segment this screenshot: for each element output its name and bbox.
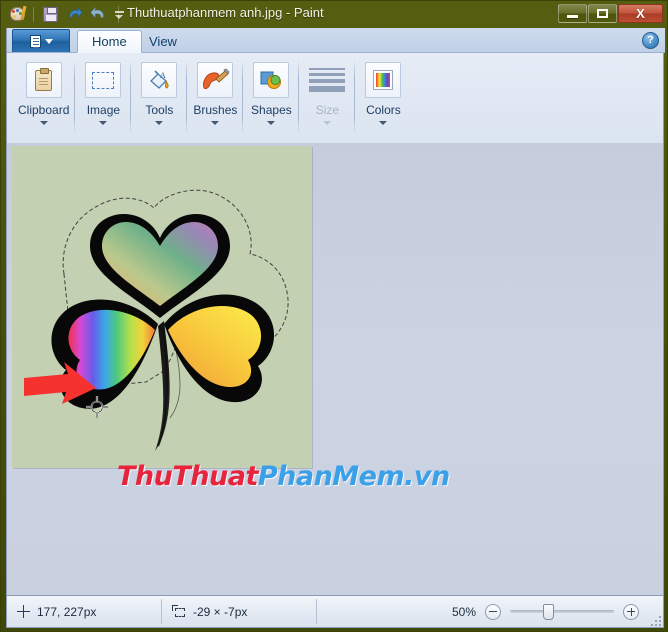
paint-window: Thuthuatphanmem anh.jpg - Paint X Home V…	[0, 0, 668, 632]
zoom-slider-thumb[interactable]	[543, 604, 554, 620]
chevron-down-icon[interactable]	[99, 121, 108, 125]
window-controls: X	[558, 4, 663, 23]
minimize-button[interactable]	[558, 4, 587, 23]
chevron-down-icon	[323, 121, 332, 125]
ribbon-group-size: Size	[299, 55, 356, 140]
cursor-position-value: 177, 227px	[37, 604, 97, 619]
zoom-out-button[interactable]	[485, 603, 501, 620]
tab-home-label: Home	[92, 34, 127, 49]
close-button[interactable]: X	[618, 4, 663, 23]
chevron-down-icon[interactable]	[39, 121, 48, 125]
redo-icon[interactable]	[88, 4, 108, 24]
group-label-shapes: Shapes	[251, 103, 292, 117]
cursor-position-icon	[17, 605, 30, 618]
group-label-size: Size	[315, 103, 340, 117]
watermark: ThuThuatPhanMem.vn	[117, 461, 450, 492]
line-size-icon	[309, 62, 346, 98]
ribbon-tabstrip: Home View ?	[7, 28, 665, 53]
ribbon-group-colors[interactable]: Colors	[355, 55, 411, 140]
watermark-part2: PhanMem.vn	[257, 461, 450, 492]
save-icon[interactable]	[40, 4, 60, 24]
customize-qat-icon[interactable]	[112, 7, 126, 21]
chevron-down-icon[interactable]	[211, 121, 220, 125]
ribbon: Home View ? Clipboard Image A Tools Brus…	[6, 28, 665, 143]
status-right-area: 50%	[317, 596, 663, 627]
close-icon: X	[636, 6, 645, 21]
document-icon	[29, 34, 41, 48]
chevron-down-icon[interactable]	[379, 121, 388, 125]
status-cursor-position: 177, 227px	[7, 596, 162, 627]
minimize-icon	[567, 15, 578, 18]
ribbon-group-brushes[interactable]: Brushes	[187, 55, 244, 140]
chevron-down-icon	[44, 38, 53, 44]
chevron-down-icon[interactable]	[155, 121, 164, 125]
qat-divider	[33, 6, 34, 22]
tab-view-label: View	[149, 34, 177, 49]
clipboard-icon[interactable]	[25, 62, 62, 98]
fill-with-color-icon[interactable]: A	[141, 62, 178, 98]
quick-access-toolbar	[7, 3, 126, 25]
tab-home[interactable]: Home	[77, 30, 142, 53]
title-bar: Thuthuatphanmem anh.jpg - Paint X	[1, 1, 668, 28]
status-bar: 177, 227px -29 × -7px 50%	[6, 595, 664, 628]
tab-view[interactable]: View	[135, 30, 191, 53]
watermark-part1: ThuThuat	[117, 461, 258, 492]
group-label-colors: Colors	[366, 103, 401, 117]
group-label-image: Image	[86, 103, 121, 117]
paint-palette-icon[interactable]	[7, 4, 27, 24]
ribbon-groups: Clipboard Image A Tools Brushes Shapes S…	[7, 53, 665, 143]
canvas-workspace[interactable]: ThuThuatPhanMem.vn	[6, 143, 664, 595]
window-title: Thuthuatphanmem anh.jpg - Paint	[127, 5, 324, 20]
paintbrush-icon[interactable]	[197, 62, 234, 98]
zoom-in-button[interactable]	[623, 603, 639, 620]
undo-icon[interactable]	[64, 4, 84, 24]
group-label-brushes: Brushes	[193, 103, 238, 117]
svg-text:A: A	[160, 71, 166, 80]
help-icon[interactable]: ?	[642, 32, 659, 49]
clover-artwork	[24, 189, 289, 451]
zoom-level-label: 50%	[451, 604, 476, 619]
zoom-controls: 50%	[442, 603, 653, 620]
status-selection-size: -29 × -7px	[162, 596, 317, 627]
chevron-down-icon[interactable]	[267, 121, 276, 125]
help-glyph: ?	[647, 34, 654, 46]
maximize-icon	[597, 9, 608, 18]
resize-grip[interactable]	[649, 614, 661, 626]
ribbon-group-image[interactable]: Image	[75, 55, 132, 140]
selection-size-value: -29 × -7px	[193, 604, 248, 619]
ribbon-group-tools[interactable]: A Tools	[131, 55, 188, 140]
ribbon-group-clipboard[interactable]: Clipboard	[12, 55, 76, 140]
color-palette-icon[interactable]	[365, 62, 402, 98]
title-divider	[118, 6, 119, 23]
ribbon-group-shapes[interactable]: Shapes	[243, 55, 300, 140]
image-canvas[interactable]	[12, 146, 312, 468]
maximize-button[interactable]	[588, 4, 617, 23]
shapes-icon[interactable]	[253, 62, 290, 98]
file-menu-button[interactable]	[12, 29, 70, 52]
group-label-clipboard: Clipboard	[18, 103, 70, 117]
selection-size-icon	[172, 605, 186, 618]
select-rectangle-icon[interactable]	[85, 62, 122, 98]
group-label-tools: Tools	[145, 103, 174, 117]
zoom-slider[interactable]	[510, 604, 614, 620]
